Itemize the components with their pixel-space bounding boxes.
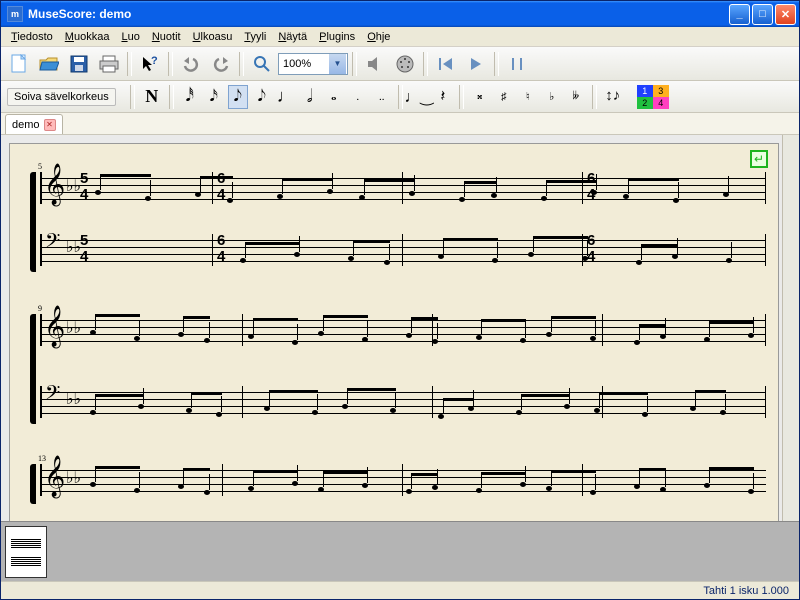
page-thumbnail[interactable] xyxy=(5,526,47,578)
main-toolbar: ? ▼ xyxy=(1,47,799,81)
menu-layout[interactable]: Ulkoasu xyxy=(187,29,239,45)
treble-clef-icon: 𝄞 xyxy=(44,168,65,200)
double-sharp-button[interactable]: 𝄪 xyxy=(470,85,490,109)
staff-bass: 𝄢 ♭♭ 54 64 64 xyxy=(40,234,766,266)
menu-style[interactable]: Tyyli xyxy=(238,29,272,45)
note-input-toolbar: Soiva sävelkorkeus N 𝅘𝅥𝅰 𝅘𝅥𝅯 𝅘𝅥𝅮 𝅘𝅥𝅮 ♩ 𝅗… xyxy=(1,81,799,113)
menu-plugins[interactable]: Plugins xyxy=(313,29,361,45)
svg-text:?: ? xyxy=(151,55,158,67)
bar-number: 9 xyxy=(38,304,42,313)
menu-help[interactable]: Ohje xyxy=(361,29,396,45)
duration-64th[interactable]: 𝅘𝅥𝅰 xyxy=(180,85,200,109)
natural-button[interactable]: ♮ xyxy=(518,85,538,109)
menu-create[interactable]: Luo xyxy=(115,29,145,45)
sound-on-button[interactable] xyxy=(361,50,389,78)
sharp-button[interactable]: ♯ xyxy=(494,85,514,109)
status-text: Tahti 1 isku 1.000 xyxy=(703,585,789,597)
bass-clef-icon: 𝄢 xyxy=(45,384,60,408)
help-pointer-button[interactable]: ? xyxy=(136,50,164,78)
staff-treble: 𝄞 ♭♭ xyxy=(40,314,766,346)
zoom-tool-button[interactable] xyxy=(248,50,276,78)
menu-notes[interactable]: Nuotit xyxy=(146,29,187,45)
note-input-toggle[interactable]: N xyxy=(141,85,163,109)
treble-clef-icon: 𝄞 xyxy=(44,310,65,342)
title-bar: m MuseScore: demo _ □ ✕ xyxy=(1,1,799,27)
print-button[interactable] xyxy=(95,50,123,78)
new-file-button[interactable] xyxy=(5,50,33,78)
duration-quarter[interactable]: ♩ xyxy=(276,85,296,109)
sounding-pitch-label: Soiva sävelkorkeus xyxy=(7,88,116,106)
rewind-button[interactable] xyxy=(432,50,460,78)
flat-button[interactable]: ♭ xyxy=(542,85,562,109)
duration-32nd[interactable]: 𝅘𝅥𝅯 xyxy=(204,85,224,109)
duration-double-dot[interactable]: .. xyxy=(372,85,392,109)
undo-button[interactable] xyxy=(177,50,205,78)
zoom-input[interactable] xyxy=(279,58,329,70)
duration-8th[interactable]: 𝅘𝅥𝅮 xyxy=(252,85,272,109)
bass-clef-icon: 𝄢 xyxy=(45,232,60,256)
close-button[interactable]: ✕ xyxy=(775,4,796,25)
tab-close-icon[interactable]: ✕ xyxy=(44,119,56,131)
redo-button[interactable] xyxy=(207,50,235,78)
double-flat-button[interactable]: 𝄫 xyxy=(566,85,586,109)
play-button[interactable] xyxy=(462,50,490,78)
window-title: MuseScore: demo xyxy=(28,7,729,21)
menu-file[interactable]: Tiedosto xyxy=(5,29,59,45)
menu-edit[interactable]: Muokkaa xyxy=(59,29,116,45)
voice-selector: 1 3 2 4 xyxy=(637,85,669,109)
save-button[interactable] xyxy=(65,50,93,78)
maximize-button[interactable]: □ xyxy=(752,4,773,25)
status-bar: Tahti 1 isku 1.000 xyxy=(1,581,799,599)
time-signature-3: 64 xyxy=(587,171,595,203)
document-tab[interactable]: demo ✕ xyxy=(5,114,63,134)
zoom-combo[interactable]: ▼ xyxy=(278,53,348,75)
menu-view[interactable]: Näytä xyxy=(272,29,313,45)
open-file-button[interactable] xyxy=(35,50,63,78)
time-signature: 54 xyxy=(80,171,88,203)
staff-bass: 𝄢 ♭♭ xyxy=(40,386,766,418)
duration-dot[interactable]: . xyxy=(348,85,368,109)
line-break-marker: ↵ xyxy=(750,150,768,168)
bar-number: 5 xyxy=(38,162,42,171)
duration-whole[interactable]: 𝅝 xyxy=(324,85,344,109)
voice-2-button[interactable]: 2 xyxy=(637,97,653,109)
rest-button[interactable]: 𝄽 xyxy=(433,85,453,109)
voice-3-button[interactable]: 3 xyxy=(653,85,669,97)
minimize-button[interactable]: _ xyxy=(729,4,750,25)
duration-16th[interactable]: 𝅘𝅥𝅮 xyxy=(228,85,248,109)
zoom-dropdown-icon[interactable]: ▼ xyxy=(329,54,346,74)
duration-half[interactable]: 𝅗𝅥 xyxy=(300,85,320,109)
tab-label: demo xyxy=(12,119,40,131)
voice-1-button[interactable]: 1 xyxy=(637,85,653,97)
repeat-toggle-button[interactable] xyxy=(503,50,531,78)
app-icon: m xyxy=(7,6,23,22)
document-tab-row: demo ✕ xyxy=(1,113,799,135)
treble-clef-icon: 𝄞 xyxy=(44,460,65,492)
tie-button[interactable]: ♩‿ xyxy=(409,85,429,109)
score-canvas[interactable]: ↵ 5 𝄞 ♭♭ 54 64 64 𝄢 xyxy=(1,135,799,521)
score-page: ↵ 5 𝄞 ♭♭ 54 64 64 𝄢 xyxy=(9,143,779,521)
menu-bar: Tiedosto Muokkaa Luo Nuotit Ulkoasu Tyyl… xyxy=(1,27,799,47)
flip-stem-button[interactable]: ↕♪ xyxy=(603,85,623,109)
voice-4-button[interactable]: 4 xyxy=(653,97,669,109)
midi-button[interactable] xyxy=(391,50,419,78)
navigator-panel[interactable] xyxy=(1,521,799,581)
vertical-scrollbar[interactable] xyxy=(782,135,799,521)
